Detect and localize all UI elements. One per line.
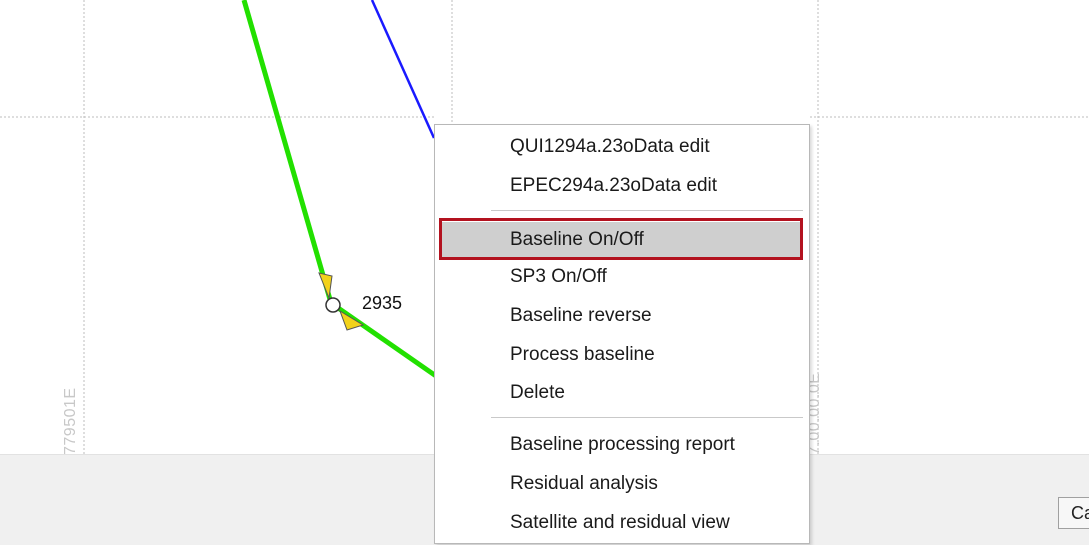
menu-separator bbox=[491, 417, 803, 418]
menu-item-qui-data-edit[interactable]: QUI1294a.23oData edit bbox=[441, 129, 803, 165]
menu-item-baseline-on-off[interactable]: Baseline On/Off bbox=[441, 222, 803, 258]
menu-item-residual-analysis[interactable]: Residual analysis bbox=[441, 466, 803, 502]
baseline-green[interactable] bbox=[241, 0, 438, 379]
menu-item-satellite-residual-view[interactable]: Satellite and residual view bbox=[441, 505, 803, 541]
menu-item-epec-data-edit[interactable]: EPEC294a.23oData edit bbox=[441, 168, 803, 204]
menu-item-baseline-processing-report[interactable]: Baseline processing report bbox=[441, 427, 803, 463]
menu-separator bbox=[491, 210, 803, 211]
context-menu: QUI1294a.23oData edit EPEC294a.23oData e… bbox=[434, 124, 810, 544]
axis-label-easting: 779501E bbox=[62, 387, 79, 455]
station-point[interactable] bbox=[325, 297, 341, 313]
menu-item-process-baseline[interactable]: Process baseline bbox=[441, 337, 803, 373]
menu-item-delete[interactable]: Delete bbox=[441, 375, 803, 411]
menu-item-sp3-on-off[interactable]: SP3 On/Off bbox=[441, 259, 803, 295]
cancel-button[interactable]: Ca bbox=[1058, 497, 1089, 529]
menu-item-baseline-reverse[interactable]: Baseline reverse bbox=[441, 298, 803, 334]
point-label: 2935 bbox=[362, 293, 403, 313]
